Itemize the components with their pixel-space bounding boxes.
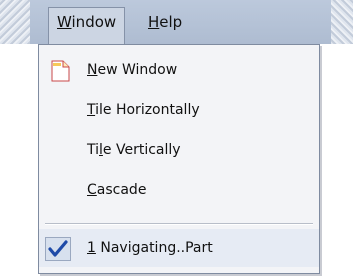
menu-separator xyxy=(45,223,313,225)
menu-item-new-window[interactable]: New Window xyxy=(39,51,319,89)
menu-help-label: elp xyxy=(159,13,183,31)
menu-item-window-1[interactable]: 1 Navigating..Part xyxy=(39,229,319,267)
menu-help[interactable]: Help xyxy=(140,8,190,36)
tile-horizontally-mnemonic: T xyxy=(87,102,96,118)
menu-item-tile-horizontally[interactable]: Tile Horizontally xyxy=(39,91,319,129)
menu-item-cascade[interactable]: Cascade xyxy=(39,171,319,209)
cascade-label: ascade xyxy=(96,182,147,198)
cascade-mnemonic: C xyxy=(87,182,97,198)
window-menu-dropdown: New Window Tile Horizontally Tile Vertic… xyxy=(38,44,320,274)
menu-help-mnemonic: H xyxy=(148,13,160,31)
menu-window-label: indow xyxy=(71,13,117,31)
window-1-mnemonic: 1 xyxy=(87,240,96,256)
new-window-icon xyxy=(51,59,71,82)
window-1-label: Navigating..Part xyxy=(95,240,213,256)
tile-horizontally-label: ile Horizontally xyxy=(95,102,200,118)
menu-bar: Window Help xyxy=(0,0,353,45)
checkmark-icon xyxy=(45,237,71,261)
tile-vertically-prefix: Ti xyxy=(87,142,100,158)
menubar-left-edge xyxy=(0,0,30,44)
tile-vertically-label: e Vertically xyxy=(102,142,181,158)
menu-window-mnemonic: W xyxy=(57,13,72,31)
menu-window[interactable]: Window xyxy=(48,7,126,45)
new-window-mnemonic: N xyxy=(87,62,98,78)
new-window-label: ew Window xyxy=(97,62,178,78)
menu-item-tile-vertically[interactable]: Tile Vertically xyxy=(39,131,319,169)
menubar-right-edge xyxy=(331,0,353,44)
